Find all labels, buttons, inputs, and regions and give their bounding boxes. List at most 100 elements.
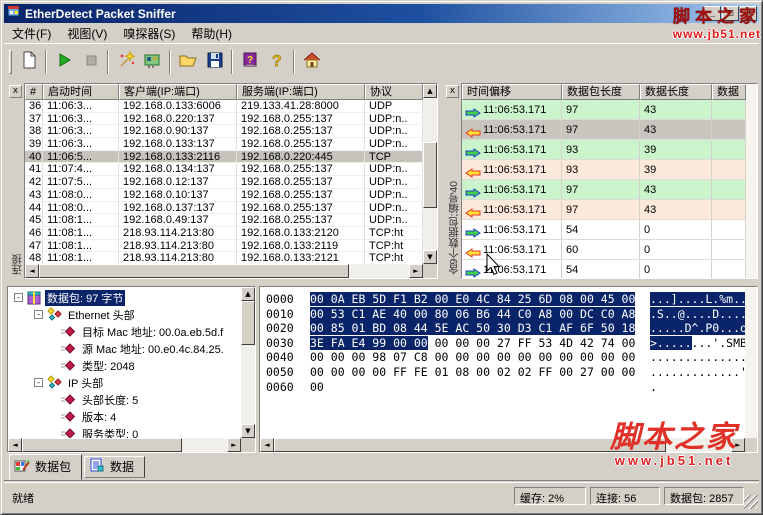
hex-body[interactable]: 000000 0A EB 5D F1 B2 00 E0 4C 84 25 6D …	[260, 287, 745, 438]
connection-row[interactable]: 3811:06:3...192.168.0.90:137192.168.0.25…	[25, 125, 423, 138]
connections-hscrollbar[interactable]: ◄ ►	[25, 264, 423, 278]
ascii-selected: .....D^.P0...oP.	[650, 321, 745, 335]
connection-row[interactable]: 4611:08:1...218.93.114.213:80192.168.0.1…	[25, 227, 423, 240]
tree-hscrollbar[interactable]: ◄ ►	[8, 438, 241, 452]
packet-row[interactable]: 11:06:53.1719743	[462, 120, 746, 140]
new-document-button[interactable]	[15, 49, 42, 75]
tab-data[interactable]: 数据	[84, 456, 145, 478]
packet-row[interactable]: 11:06:53.1719339	[462, 140, 746, 160]
tree-node-field[interactable]: 源 Mac 地址: 00.e0.4c.84.25.	[12, 340, 241, 357]
tree-node-field[interactable]: 目标 Mac 地址: 00.0a.eb.5d.f	[12, 323, 241, 340]
cell: 218.93.114.213:80	[119, 252, 237, 264]
column-header[interactable]: 协议	[365, 84, 423, 100]
tree-node-group[interactable]: -IP 头部	[12, 374, 241, 391]
homepage-button[interactable]	[298, 49, 325, 75]
help-contents-button[interactable]: ?	[236, 49, 263, 75]
maximize-button[interactable]: □	[722, 6, 739, 21]
connection-row[interactable]: 3611:06:3...192.168.0.133:6006219.133.41…	[25, 100, 423, 113]
connection-row[interactable]: 4711:08:1...218.93.114.213:80192.168.0.1…	[25, 240, 423, 253]
arrow-outgoing-icon	[465, 145, 481, 155]
scroll-down-icon[interactable]: ▼	[241, 424, 255, 438]
packet-row[interactable]: 11:06:53.171540	[462, 220, 746, 240]
toolbar-grip[interactable]	[9, 50, 12, 74]
menu-item-0[interactable]: 文件(F)	[4, 23, 59, 44]
menu-item-2[interactable]: 嗅探器(S)	[115, 23, 183, 44]
cell: 37	[25, 113, 43, 125]
tree-node-field[interactable]: 版本: 4	[12, 408, 241, 425]
scroll-thumb[interactable]	[423, 142, 437, 208]
scroll-right-icon[interactable]: ►	[409, 264, 423, 278]
scroll-thumb[interactable]	[39, 264, 349, 278]
connection-row[interactable]: 4411:08:0...192.168.0.137:137192.168.0.2…	[25, 202, 423, 215]
title-bar[interactable]: EtherDetect Packet Sniffer _ □ x	[4, 4, 759, 23]
packets-vscrollbar[interactable]	[746, 84, 757, 278]
connection-row[interactable]: 3911:06:3...192.168.0.133:137192.168.0.2…	[25, 138, 423, 151]
save-file-button[interactable]	[201, 49, 228, 75]
tree-node-field[interactable]: 头部长度: 5	[12, 391, 241, 408]
packet-row[interactable]: 11:06:53.1719743	[462, 180, 746, 200]
connection-row[interactable]: 3711:06:3...192.168.0.220:137192.168.0.2…	[25, 113, 423, 126]
cell: 192.168.0.255:137	[237, 138, 365, 150]
packet-row[interactable]: 11:06:53.171600	[462, 240, 746, 260]
packet-row[interactable]: 11:06:53.171540	[462, 260, 746, 278]
connection-row[interactable]: 4111:07:4...192.168.0.134:137192.168.0.2…	[25, 163, 423, 176]
collapse-icon[interactable]: -	[14, 293, 23, 302]
about-button[interactable]: ?	[263, 49, 290, 75]
scroll-left-icon[interactable]: ◄	[260, 438, 274, 452]
minimize-button[interactable]: _	[704, 6, 721, 21]
packet-row[interactable]: 11:06:53.1719743	[462, 100, 746, 120]
scroll-down-icon[interactable]: ▼	[423, 250, 437, 264]
tree-node-field[interactable]: 类型: 2048	[12, 357, 241, 374]
tree-node-group[interactable]: -Ethernet 头部	[12, 306, 241, 323]
status-cache: 缓存: 2%	[514, 487, 586, 505]
start-capture-button[interactable]	[50, 49, 77, 75]
connections-vscrollbar[interactable]: ▲ ▼	[423, 84, 437, 264]
scroll-left-icon[interactable]: ◄	[8, 438, 22, 452]
column-header[interactable]: 数据	[712, 84, 746, 100]
scroll-up-icon[interactable]: ▲	[423, 84, 437, 98]
column-header[interactable]: 数据包长度	[562, 84, 640, 100]
hex-vscrollbar[interactable]	[745, 287, 757, 438]
tree-node-packet[interactable]: -数据包: 97 字节	[12, 289, 241, 306]
hex-hscrollbar[interactable]: ◄ ►	[260, 438, 745, 452]
adapter-settings-button[interactable]	[139, 49, 166, 75]
menu-item-1[interactable]: 视图(V)	[59, 23, 115, 44]
filter-wizard-button[interactable]	[112, 49, 139, 75]
column-header[interactable]: 启动时间	[43, 84, 119, 100]
collapse-icon[interactable]: -	[34, 378, 43, 387]
connection-row[interactable]: 4311:08:0...192.168.0.10:137192.168.0.25…	[25, 189, 423, 202]
scroll-thumb[interactable]	[241, 301, 255, 345]
scroll-thumb[interactable]	[22, 438, 182, 452]
toolbar: ??	[4, 43, 759, 80]
status-bar: 就绪 缓存: 2% 连接: 56 数据包: 2857	[4, 482, 759, 510]
stop-capture-button[interactable]	[77, 49, 104, 75]
scroll-left-icon[interactable]: ◄	[25, 264, 39, 278]
column-header[interactable]: 客户端(IP:端口)	[119, 84, 237, 100]
scroll-right-icon[interactable]: ►	[227, 438, 241, 452]
resize-grip[interactable]	[744, 495, 758, 509]
column-header[interactable]: #	[25, 84, 43, 100]
tree-node-field[interactable]: 服务类型: 0	[12, 425, 241, 438]
column-header[interactable]: 服务端(IP:端口)	[237, 84, 365, 100]
scroll-right-icon[interactable]: ►	[731, 438, 745, 452]
open-file-button[interactable]	[174, 49, 201, 75]
packet-row[interactable]: 11:06:53.1719339	[462, 160, 746, 180]
collapse-icon[interactable]: -	[34, 310, 43, 319]
scroll-up-icon[interactable]: ▲	[241, 287, 255, 301]
tab-packets[interactable]: 数据包	[9, 454, 82, 480]
menu-item-3[interactable]: 帮助(H)	[183, 23, 240, 44]
column-header[interactable]: 时间偏移	[462, 84, 562, 100]
connection-row[interactable]: 4511:08:1...192.168.0.49:137192.168.0.25…	[25, 214, 423, 227]
connection-row[interactable]: 4011:06:5...192.168.0.133:2116192.168.0.…	[25, 151, 423, 164]
connection-row[interactable]: 4211:07:5...192.168.0.12:137192.168.0.25…	[25, 176, 423, 189]
connection-row[interactable]: 4811:08:1...218.93.114.213:80192.168.0.1…	[25, 252, 423, 264]
packet-row[interactable]: 11:06:53.1719743	[462, 200, 746, 220]
status-message: 就绪	[12, 490, 34, 506]
column-header[interactable]: 数据长度	[640, 84, 712, 100]
close-icon[interactable]: x	[9, 85, 22, 98]
cell-data	[712, 240, 746, 259]
tree-vscrollbar[interactable]: ▲ ▼	[241, 287, 255, 438]
close-button[interactable]: x	[740, 6, 757, 21]
scroll-thumb[interactable]	[274, 438, 666, 452]
close-icon[interactable]: x	[446, 85, 459, 98]
